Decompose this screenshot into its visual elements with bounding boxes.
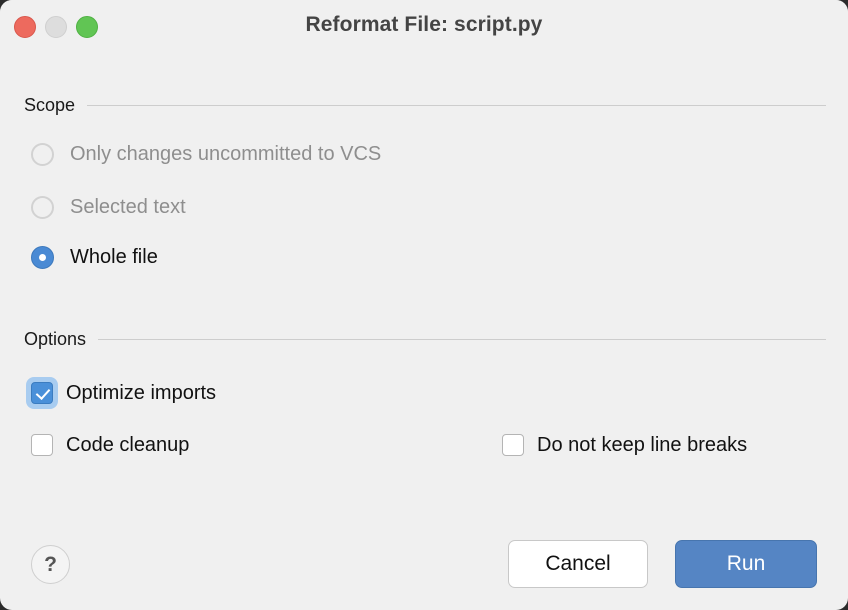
- help-icon[interactable]: ?: [31, 545, 70, 584]
- options-group-label: Options: [24, 329, 87, 349]
- scope-separator: [87, 105, 826, 106]
- checkbox-box-wrap: [26, 429, 58, 461]
- title-bar: Reformat File: script.py: [0, 0, 848, 56]
- checkbox-focus-ring: [26, 377, 58, 409]
- radio-label: Selected text: [70, 196, 186, 218]
- checkbox-icon[interactable]: [502, 434, 524, 456]
- options-group-header: Options: [24, 329, 826, 350]
- checkmark-icon[interactable]: [31, 382, 53, 404]
- cancel-button[interactable]: Cancel: [508, 540, 648, 588]
- reformat-file-dialog: Reformat File: script.py Scope Only chan…: [0, 0, 848, 610]
- radio-only-changes-uncommitted-to-vcs[interactable]: Only changes uncommitted to VCS: [31, 143, 381, 166]
- options-separator: [98, 339, 826, 340]
- radio-selected-icon[interactable]: [31, 246, 54, 269]
- checkbox-label: Do not keep line breaks: [537, 433, 748, 456]
- radio-icon[interactable]: [31, 196, 54, 219]
- checkbox-label: Optimize imports: [66, 381, 217, 404]
- checkbox-box-wrap: [497, 429, 529, 461]
- run-button[interactable]: Run: [675, 540, 817, 588]
- scope-group-label: Scope: [24, 95, 76, 115]
- radio-whole-file[interactable]: Whole file: [31, 246, 158, 269]
- radio-label: Only changes uncommitted to VCS: [70, 143, 382, 165]
- checkbox-do-not-keep-line-breaks[interactable]: Do not keep line breaks: [497, 429, 747, 461]
- checkbox-optimize-imports[interactable]: Optimize imports: [26, 377, 216, 409]
- scope-group-header: Scope: [24, 95, 826, 116]
- radio-icon[interactable]: [31, 143, 54, 166]
- checkbox-code-cleanup[interactable]: Code cleanup: [26, 429, 189, 461]
- checkbox-icon[interactable]: [31, 434, 53, 456]
- radio-selected-text[interactable]: Selected text: [31, 196, 186, 219]
- dialog-title: Reformat File: script.py: [305, 13, 543, 36]
- radio-label: Whole file: [70, 246, 158, 268]
- checkbox-label: Code cleanup: [66, 433, 190, 456]
